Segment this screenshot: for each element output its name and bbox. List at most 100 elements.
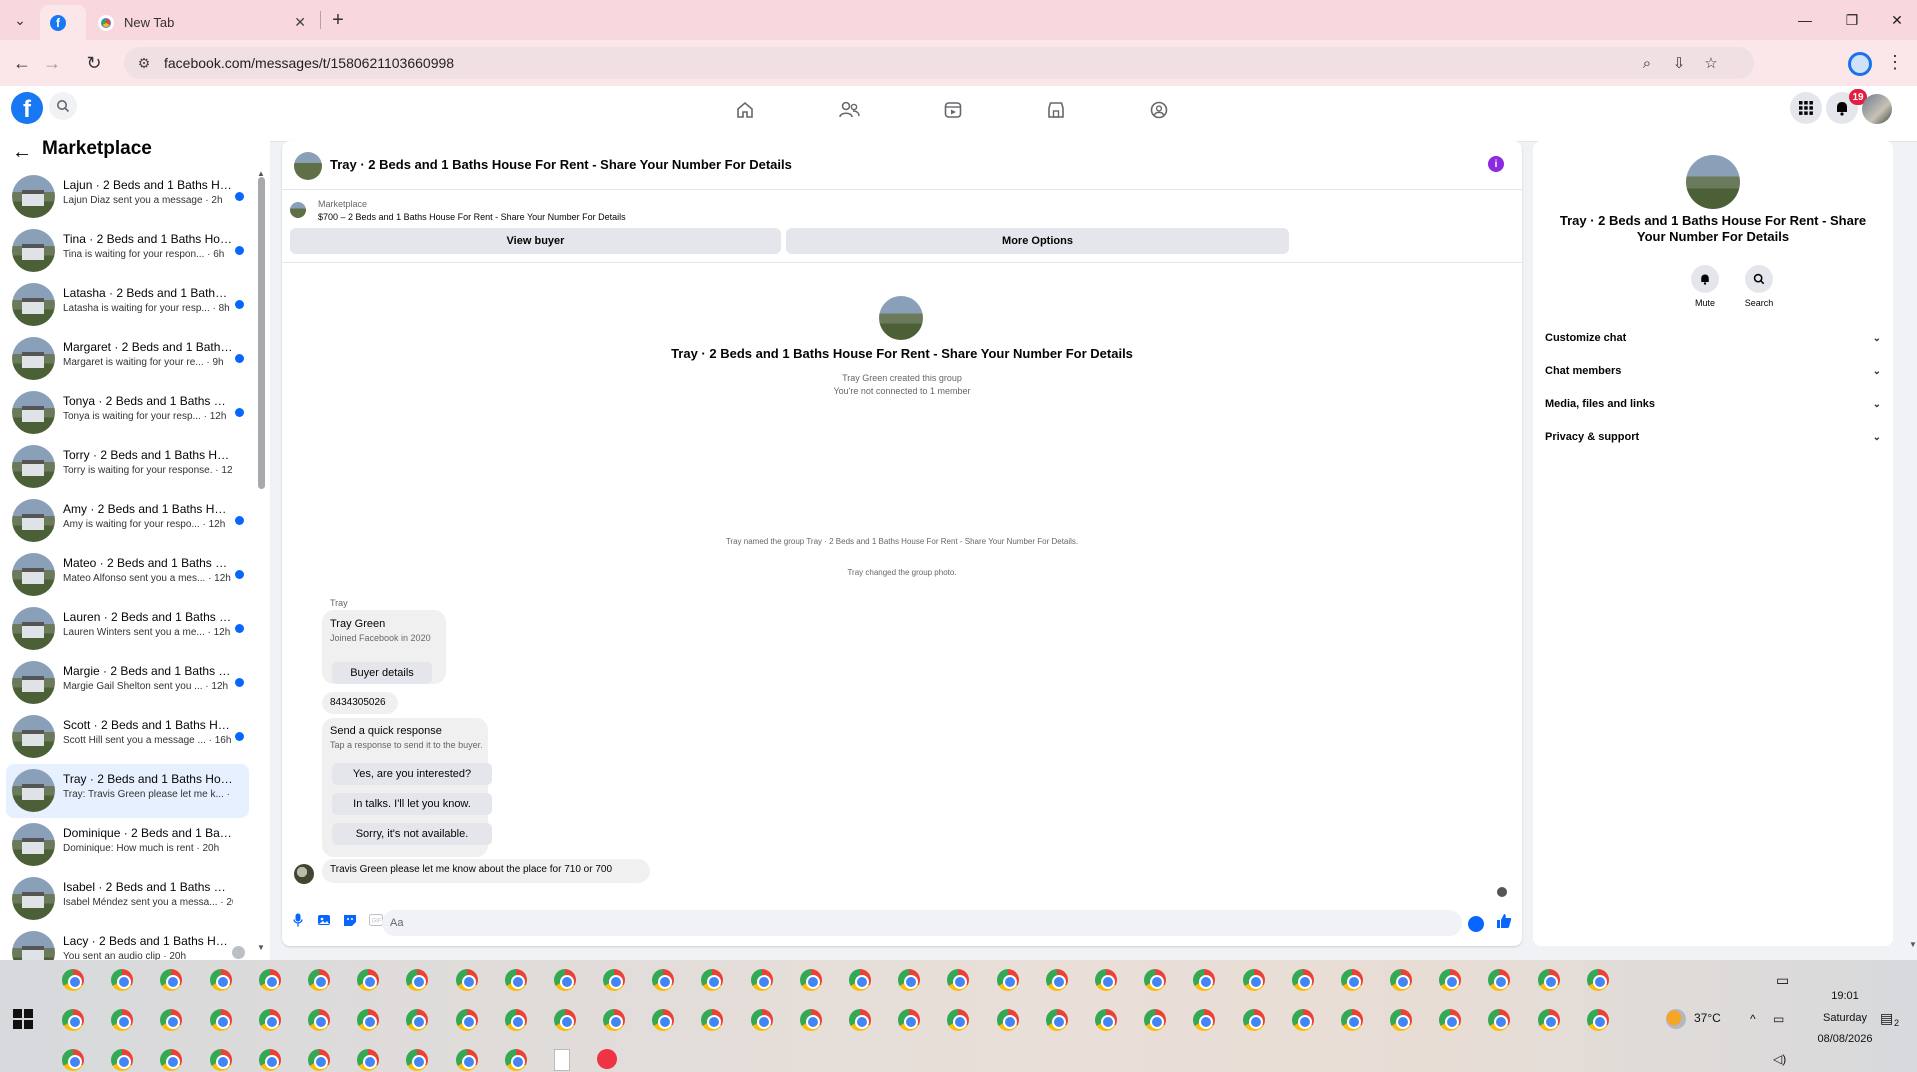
chrome-app-icon[interactable] [1094, 969, 1117, 991]
clock-date[interactable]: 08/08/2026 [1810, 1033, 1880, 1045]
chrome-app-icon[interactable] [1390, 1009, 1413, 1031]
chrome-app-icon[interactable] [258, 1049, 281, 1071]
view-buyer-button[interactable]: View buyer [290, 228, 781, 254]
weather-icon[interactable] [1666, 1009, 1686, 1029]
video-icon[interactable] [933, 94, 973, 126]
microphone-icon[interactable] [290, 912, 306, 928]
chrome-app-icon[interactable] [996, 1009, 1019, 1031]
chrome-app-icon[interactable] [898, 969, 921, 991]
chrome-app-icon[interactable] [849, 1009, 871, 1031]
tab-facebook[interactable]: f [40, 5, 86, 40]
new-tab-button[interactable]: + [326, 8, 350, 32]
conversation-item[interactable]: Latasha · 2 Beds and 1 Baths House For R… [6, 278, 249, 332]
chrome-app-icon[interactable] [160, 969, 183, 991]
back-arrow-icon[interactable]: ← [12, 141, 32, 164]
chrome-app-icon[interactable] [406, 969, 429, 991]
chrome-app-icon[interactable] [1242, 1009, 1265, 1031]
home-icon[interactable] [725, 94, 765, 126]
install-app-icon[interactable]: ⇩ [1664, 47, 1694, 79]
chrome-app-icon[interactable] [307, 1049, 330, 1071]
chrome-app-icon[interactable] [947, 1009, 970, 1031]
chrome-app-icon[interactable] [455, 969, 478, 991]
chrome-app-icon[interactable] [406, 1009, 429, 1031]
conversation-item[interactable]: Mateo · 2 Beds and 1 Baths House For Ren… [6, 548, 249, 602]
close-window-button[interactable]: ✕ [1877, 6, 1917, 34]
chrome-app-icon[interactable] [1488, 969, 1511, 991]
reload-button[interactable]: ↻ [80, 49, 108, 77]
chrome-app-icon[interactable] [652, 1009, 675, 1031]
chrome-app-icon[interactable] [1340, 1009, 1363, 1031]
chrome-app-icon[interactable] [357, 1009, 380, 1031]
show-hidden-icons-chevron-icon[interactable]: ^ [1750, 1012, 1756, 1026]
chrome-app-icon[interactable] [1193, 1009, 1216, 1031]
chrome-app-icon[interactable] [357, 969, 380, 991]
chrome-app-icon[interactable] [307, 1009, 330, 1031]
chrome-app-icon[interactable] [406, 1049, 429, 1071]
tab-new-tab[interactable]: New Tab ✕ [88, 5, 314, 40]
back-button[interactable]: ← [8, 49, 36, 77]
minimize-button[interactable]: — [1785, 6, 1825, 34]
chrome-app-icon[interactable] [799, 1009, 822, 1031]
groups-icon[interactable] [1139, 94, 1179, 126]
page-scroll-down-icon[interactable]: ▼ [1909, 940, 1917, 949]
app-icon[interactable] [596, 1049, 617, 1069]
menu-grid-icon[interactable] [1790, 92, 1822, 124]
sticker-icon[interactable] [342, 912, 358, 928]
chrome-app-icon[interactable] [1439, 969, 1462, 991]
chrome-app-icon[interactable] [1291, 969, 1314, 991]
quick-response-button[interactable]: Yes, are you interested? [332, 763, 492, 785]
like-thumb-icon[interactable] [1496, 913, 1512, 934]
clock-time[interactable]: 19:01 [1814, 990, 1876, 1002]
chrome-app-icon[interactable] [209, 1049, 232, 1071]
sender-avatar[interactable] [294, 864, 314, 884]
chrome-app-icon[interactable] [307, 969, 330, 991]
chrome-app-icon[interactable] [799, 969, 822, 991]
clock-day[interactable]: Saturday [1814, 1012, 1876, 1024]
address-bar[interactable]: ⚙ facebook.com/messages/t/15806211036609… [124, 47, 1754, 79]
conversation-item[interactable]: Torry · 2 Beds and 1 Baths House For Ren… [6, 440, 249, 494]
more-options-button[interactable]: More Options [786, 228, 1289, 254]
section-privacy-support[interactable]: Privacy & support ⌄ [1545, 425, 1881, 449]
browser-menu-icon[interactable]: ⋮ [1885, 52, 1905, 76]
chrome-app-icon[interactable] [455, 1009, 478, 1031]
account-avatar[interactable] [1862, 94, 1892, 124]
listing-details[interactable]: $700 – 2 Beds and 1 Baths House For Rent… [318, 212, 626, 222]
conversation-item[interactable]: Lauren · 2 Beds and 1 Baths House For Re… [6, 602, 249, 656]
chrome-app-icon[interactable] [750, 969, 773, 991]
chrome-app-icon[interactable] [357, 1049, 380, 1071]
restore-button[interactable]: ❐ [1832, 6, 1872, 34]
conversation-item[interactable]: Margie · 2 Beds and 1 Baths House For Re… [6, 656, 249, 710]
conversation-item[interactable]: Lacy · 2 Beds and 1 Baths House For Rent… [6, 926, 249, 960]
chrome-app-icon[interactable] [553, 969, 576, 991]
sidebar-scrollbar[interactable]: ▲ ▼ [257, 169, 266, 954]
mute-button[interactable]: Mute [1680, 265, 1730, 308]
chrome-app-icon[interactable] [1537, 1009, 1560, 1031]
chrome-app-icon[interactable] [1488, 1009, 1511, 1031]
scrollbar-thumb[interactable] [258, 177, 265, 489]
search-icon[interactable] [49, 92, 77, 120]
conversation-item[interactable]: Tonya · 2 Beds and 1 Baths House For Ren… [6, 386, 249, 440]
conversation-item[interactable]: Dominique · 2 Beds and 1 Baths House For… [6, 818, 249, 872]
chrome-app-icon[interactable] [62, 1049, 84, 1071]
chrome-app-icon[interactable] [160, 1049, 183, 1071]
message-input[interactable]: Aa [382, 910, 1462, 936]
zoom-icon[interactable]: ⌕ [1632, 47, 1662, 79]
network-icon[interactable]: ▭ [1773, 1012, 1784, 1026]
forward-button[interactable]: → [38, 49, 66, 77]
windows-start-icon[interactable] [13, 1009, 33, 1029]
chrome-app-icon[interactable] [1537, 969, 1560, 991]
chrome-app-icon[interactable] [996, 969, 1019, 991]
tray-app-icon[interactable]: ▭ [1776, 972, 1789, 989]
chrome-app-icon[interactable] [111, 969, 134, 991]
chrome-app-icon[interactable] [603, 969, 626, 991]
conversation-item[interactable]: Margaret · 2 Beds and 1 Baths House For … [6, 332, 249, 386]
chrome-app-icon[interactable] [1144, 1009, 1167, 1031]
emoji-icon[interactable] [1468, 916, 1484, 932]
section-media-files-links[interactable]: Media, files and links ⌄ [1545, 392, 1881, 416]
chrome-app-icon[interactable] [111, 1009, 134, 1031]
chrome-app-icon[interactable] [750, 1009, 773, 1031]
chrome-app-icon[interactable] [258, 969, 281, 991]
browser-profile-icon[interactable] [1848, 52, 1872, 76]
chat-avatar[interactable] [294, 152, 322, 180]
close-tab-icon[interactable]: ✕ [294, 14, 306, 31]
